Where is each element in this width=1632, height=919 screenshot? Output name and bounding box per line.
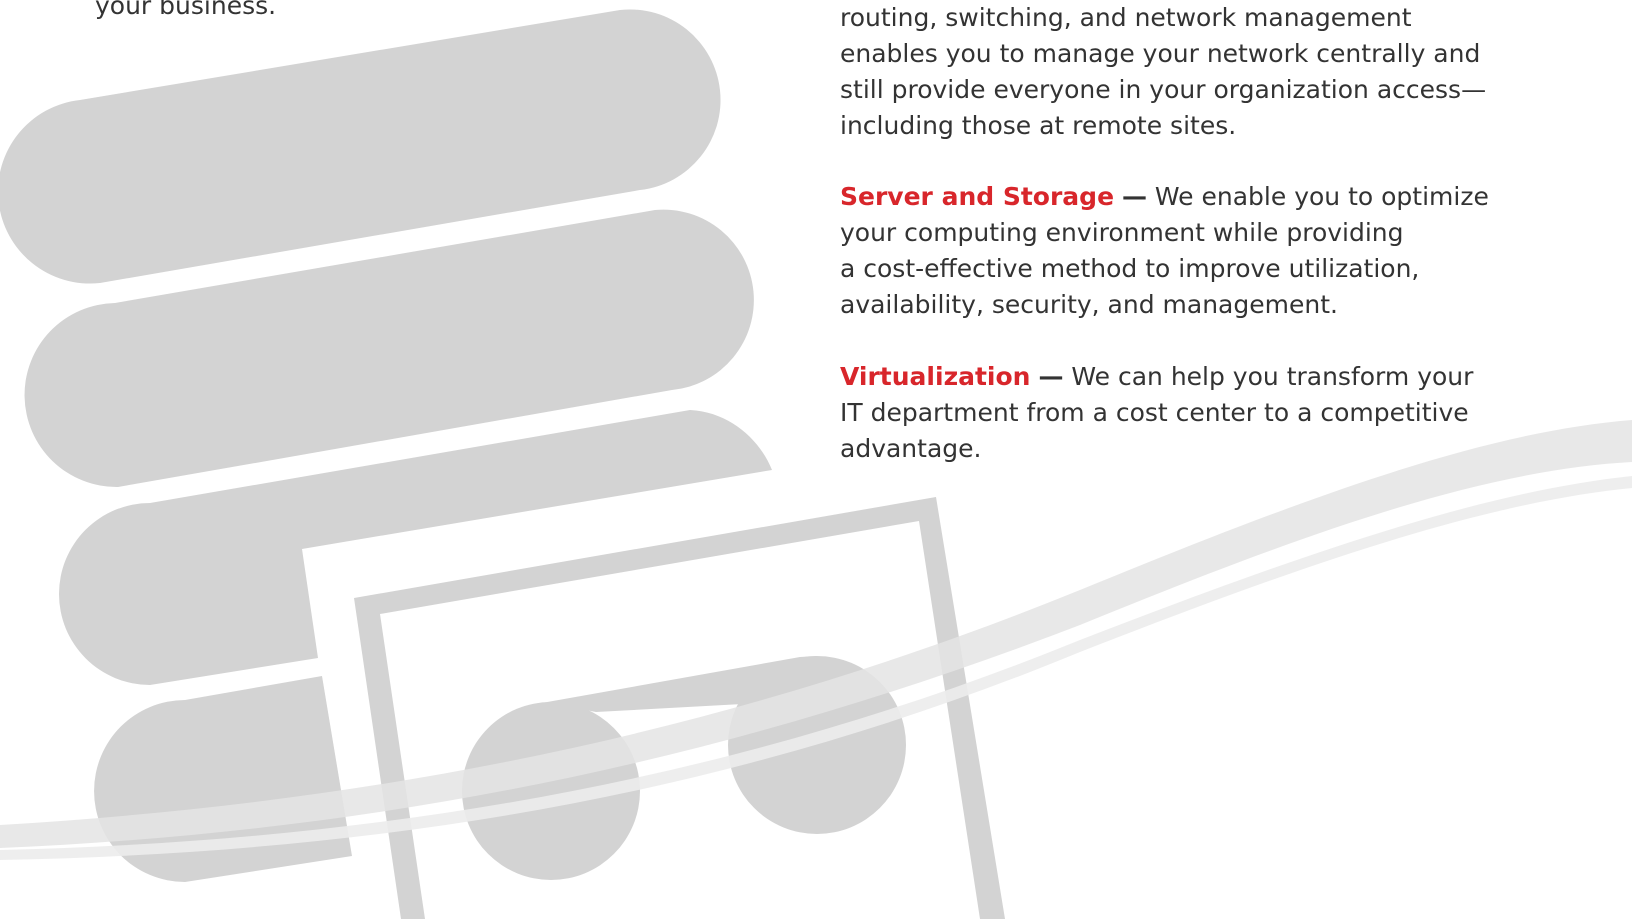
intro-line: enables you to manage your network centr… xyxy=(840,39,1481,68)
section-line: your computing environment while providi… xyxy=(840,218,1404,247)
section-virtualization: Virtualization — We can help you transfo… xyxy=(840,359,1540,467)
section-first-line: Virtualization — We can help you transfo… xyxy=(840,359,1540,395)
section-first-line: Server and Storage — We enable you to op… xyxy=(840,179,1540,215)
intro-line: still provide everyone in your organizat… xyxy=(840,75,1487,104)
section-text: We can help you transform your xyxy=(1063,362,1474,391)
section-term: Virtualization xyxy=(840,362,1031,391)
intro-line: routing, switching, and network manageme… xyxy=(840,3,1412,32)
section-term: Server and Storage xyxy=(840,182,1115,211)
section-dash: — xyxy=(1121,182,1147,211)
section-text: We enable you to optimize xyxy=(1146,182,1489,211)
section-line: availability, security, and management. xyxy=(840,290,1338,319)
section-line: a cost-effective method to improve utili… xyxy=(840,254,1420,283)
intro-line: including those at remote sites. xyxy=(840,111,1237,140)
section-dash: — xyxy=(1038,362,1064,391)
section-server-and-storage: Server and Storage — We enable you to op… xyxy=(840,179,1540,323)
section-line: advantage. xyxy=(840,434,982,463)
left-text-fragment: your business. xyxy=(95,0,277,20)
section-line: IT department from a cost center to a co… xyxy=(840,398,1469,427)
intro-paragraph: routing, switching, and network manageme… xyxy=(840,0,1540,144)
